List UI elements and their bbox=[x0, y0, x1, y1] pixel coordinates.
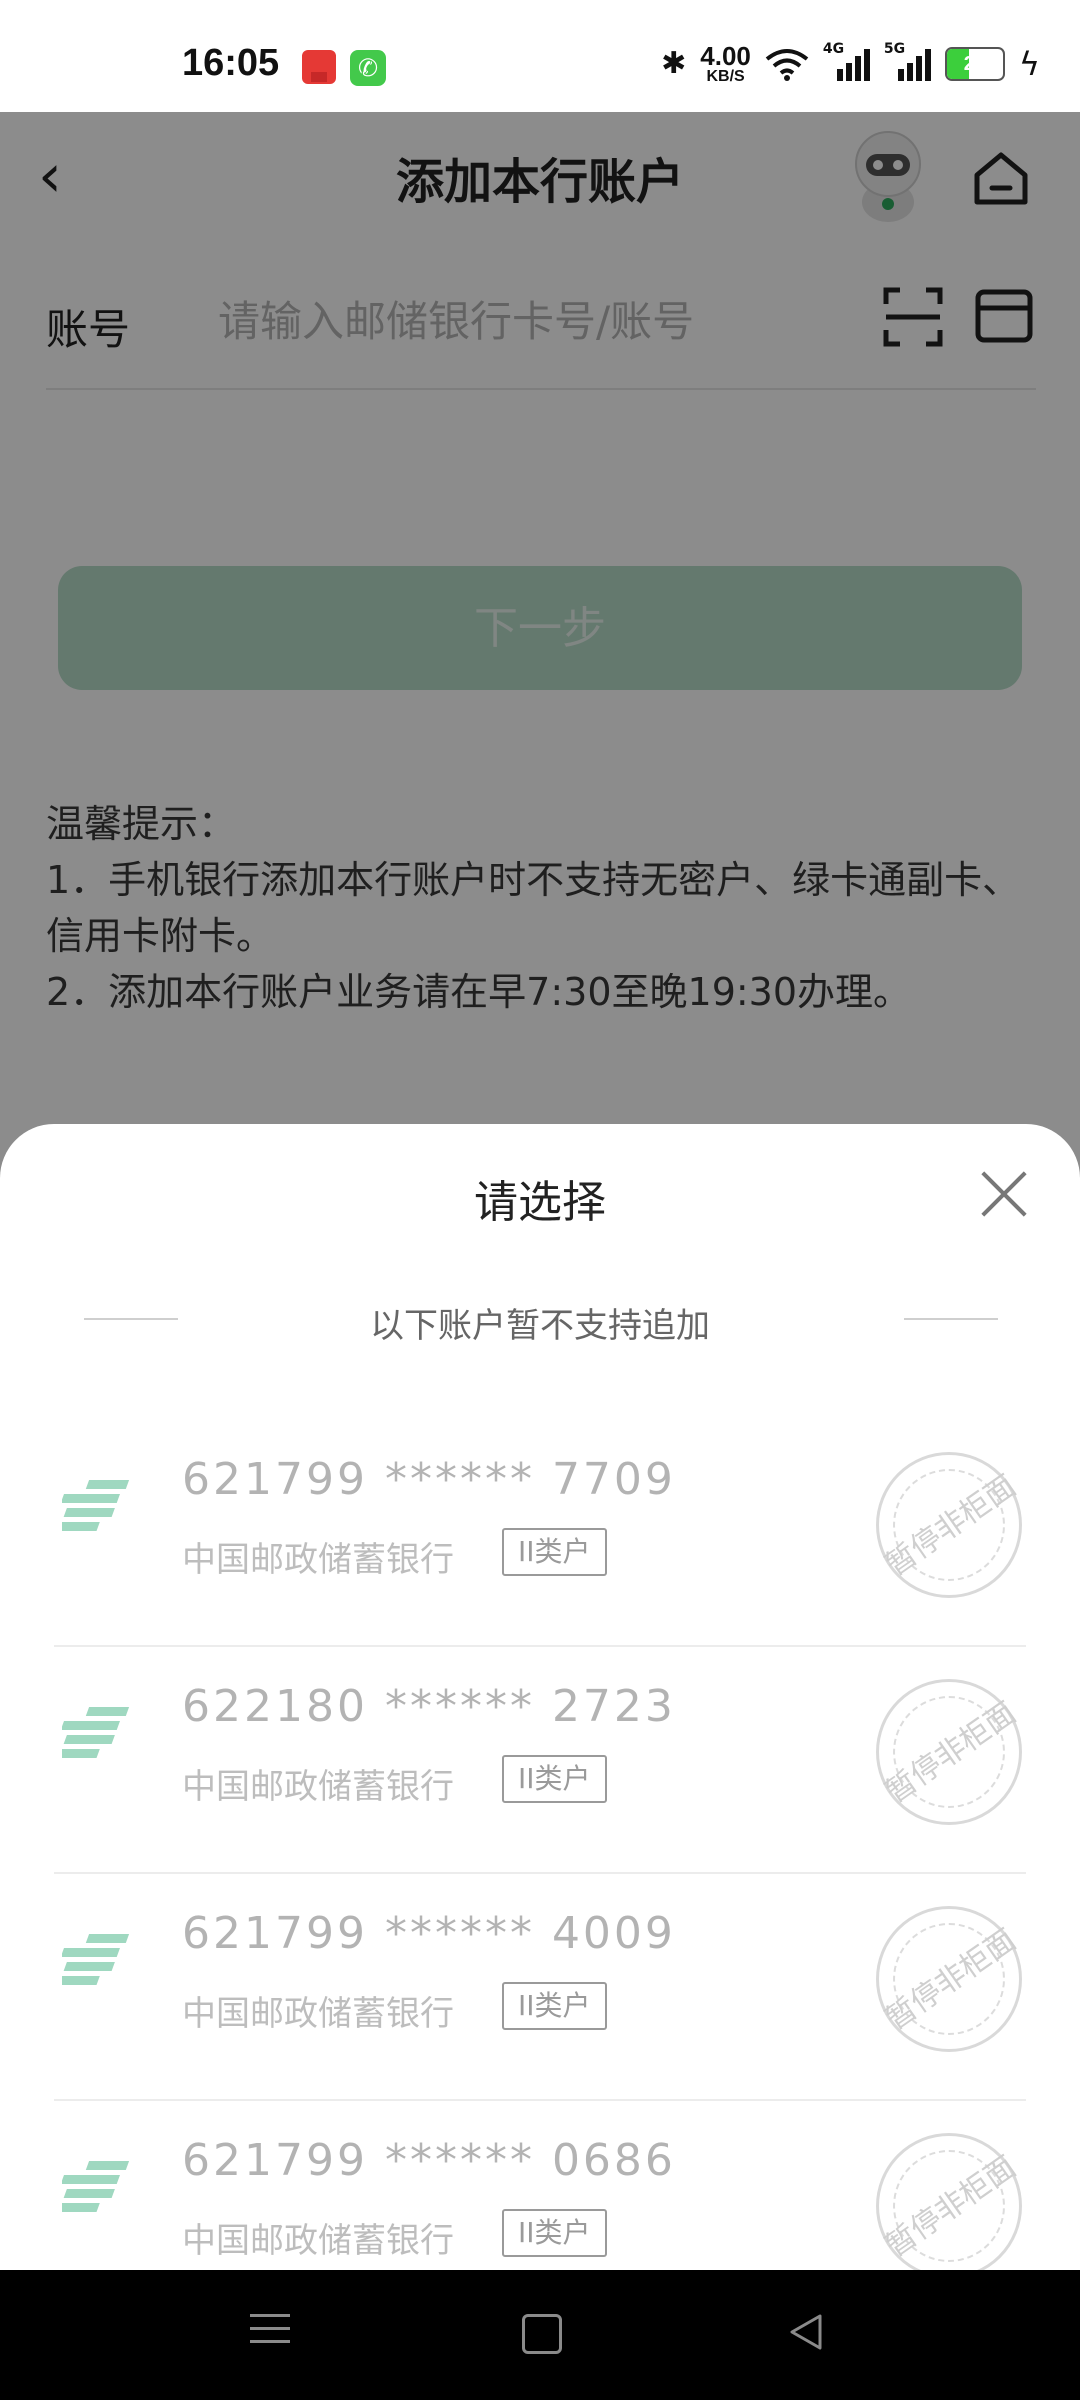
battery-icon: 29 bbox=[944, 47, 1005, 81]
sheet-title: 请选择 bbox=[474, 1177, 606, 1228]
account-select-sheet: 请选择 以下账户暂不支持追加 621799 ****** 7709 中国邮政储蓄… bbox=[0, 1124, 1080, 2279]
psbc-logo-icon bbox=[62, 1480, 130, 1531]
battery-level: 29 bbox=[963, 52, 987, 75]
account-item[interactable]: 621799 ****** 4009 中国邮政储蓄银行 II类户 暂停非柜面 bbox=[54, 1874, 1026, 2101]
account-number: 621799 ****** 4009 bbox=[182, 1908, 676, 1959]
account-type-badge: II类户 bbox=[502, 2209, 607, 2257]
stamp-text: 暂停非柜面 bbox=[879, 2149, 1023, 2265]
suspended-stamp: 暂停非柜面 bbox=[876, 2133, 1022, 2279]
suspended-stamp: 暂停非柜面 bbox=[876, 1452, 1022, 1598]
network-speed-value: 4.00 bbox=[700, 41, 751, 71]
network-speed: 4.00 KB/S bbox=[700, 43, 751, 85]
account-type-badge: II类户 bbox=[502, 1528, 607, 1576]
status-icons: ✱ 4.00 KB/S 4G 5G 29 ϟ bbox=[661, 41, 1040, 85]
stamp-text: 暂停非柜面 bbox=[879, 1468, 1023, 1584]
suspended-stamp: 暂停非柜面 bbox=[876, 1679, 1022, 1825]
nav-back-icon[interactable] bbox=[784, 2310, 828, 2354]
psbc-logo-icon bbox=[62, 1934, 130, 1985]
signal-5g-icon: 5G bbox=[884, 41, 931, 81]
account-type-badge: II类户 bbox=[502, 1755, 607, 1803]
subtitle-divider-right bbox=[904, 1318, 998, 1320]
nav-menu-icon[interactable] bbox=[250, 2314, 290, 2354]
account-list: 621799 ****** 7709 中国邮政储蓄银行 II类户 暂停非柜面 6… bbox=[0, 1420, 1080, 2326]
account-number: 622180 ****** 2723 bbox=[182, 1681, 676, 1732]
stamp-text: 暂停非柜面 bbox=[879, 1695, 1023, 1811]
bluetooth-icon: ✱ bbox=[661, 46, 687, 81]
bank-name: 中国邮政储蓄银行 bbox=[182, 1540, 454, 1580]
account-item[interactable]: 621799 ****** 7709 中国邮政储蓄银行 II类户 暂停非柜面 bbox=[54, 1420, 1026, 1647]
suspended-stamp: 暂停非柜面 bbox=[876, 1906, 1022, 2052]
app-notification-icon bbox=[302, 50, 336, 84]
account-item[interactable]: 622180 ****** 2723 中国邮政储蓄银行 II类户 暂停非柜面 bbox=[54, 1647, 1026, 1874]
signal-5g-label: 5G bbox=[883, 41, 906, 57]
bank-name: 中国邮政储蓄银行 bbox=[182, 2221, 454, 2261]
nav-home-icon[interactable] bbox=[522, 2314, 562, 2354]
account-type-badge: II类户 bbox=[502, 1982, 607, 2030]
signal-4g-label: 4G bbox=[822, 41, 845, 57]
wifi-icon bbox=[765, 49, 809, 81]
charging-icon: ϟ bbox=[1018, 45, 1040, 83]
psbc-logo-icon bbox=[62, 1707, 130, 1758]
signal-4g-icon: 4G bbox=[823, 41, 870, 81]
close-icon[interactable] bbox=[980, 1170, 1028, 1218]
account-number: 621799 ****** 7709 bbox=[182, 1454, 676, 1505]
phone-notification-icon: ✆ bbox=[350, 50, 386, 86]
sheet-subtitle: 以下账户暂不支持追加 bbox=[370, 1306, 710, 1346]
status-bar: 16:05 ✆ ✱ 4.00 KB/S 4G 5G 29 ϟ bbox=[0, 0, 1080, 112]
account-number: 621799 ****** 0686 bbox=[182, 2135, 676, 2186]
psbc-logo-icon bbox=[62, 2161, 130, 2212]
bank-name: 中国邮政储蓄银行 bbox=[182, 1767, 454, 1807]
bank-name: 中国邮政储蓄银行 bbox=[182, 1994, 454, 2034]
network-speed-unit: KB/S bbox=[706, 68, 745, 85]
system-nav-bar bbox=[0, 2270, 1080, 2400]
status-time: 16:05 bbox=[182, 42, 280, 84]
stamp-text: 暂停非柜面 bbox=[879, 1922, 1023, 2038]
